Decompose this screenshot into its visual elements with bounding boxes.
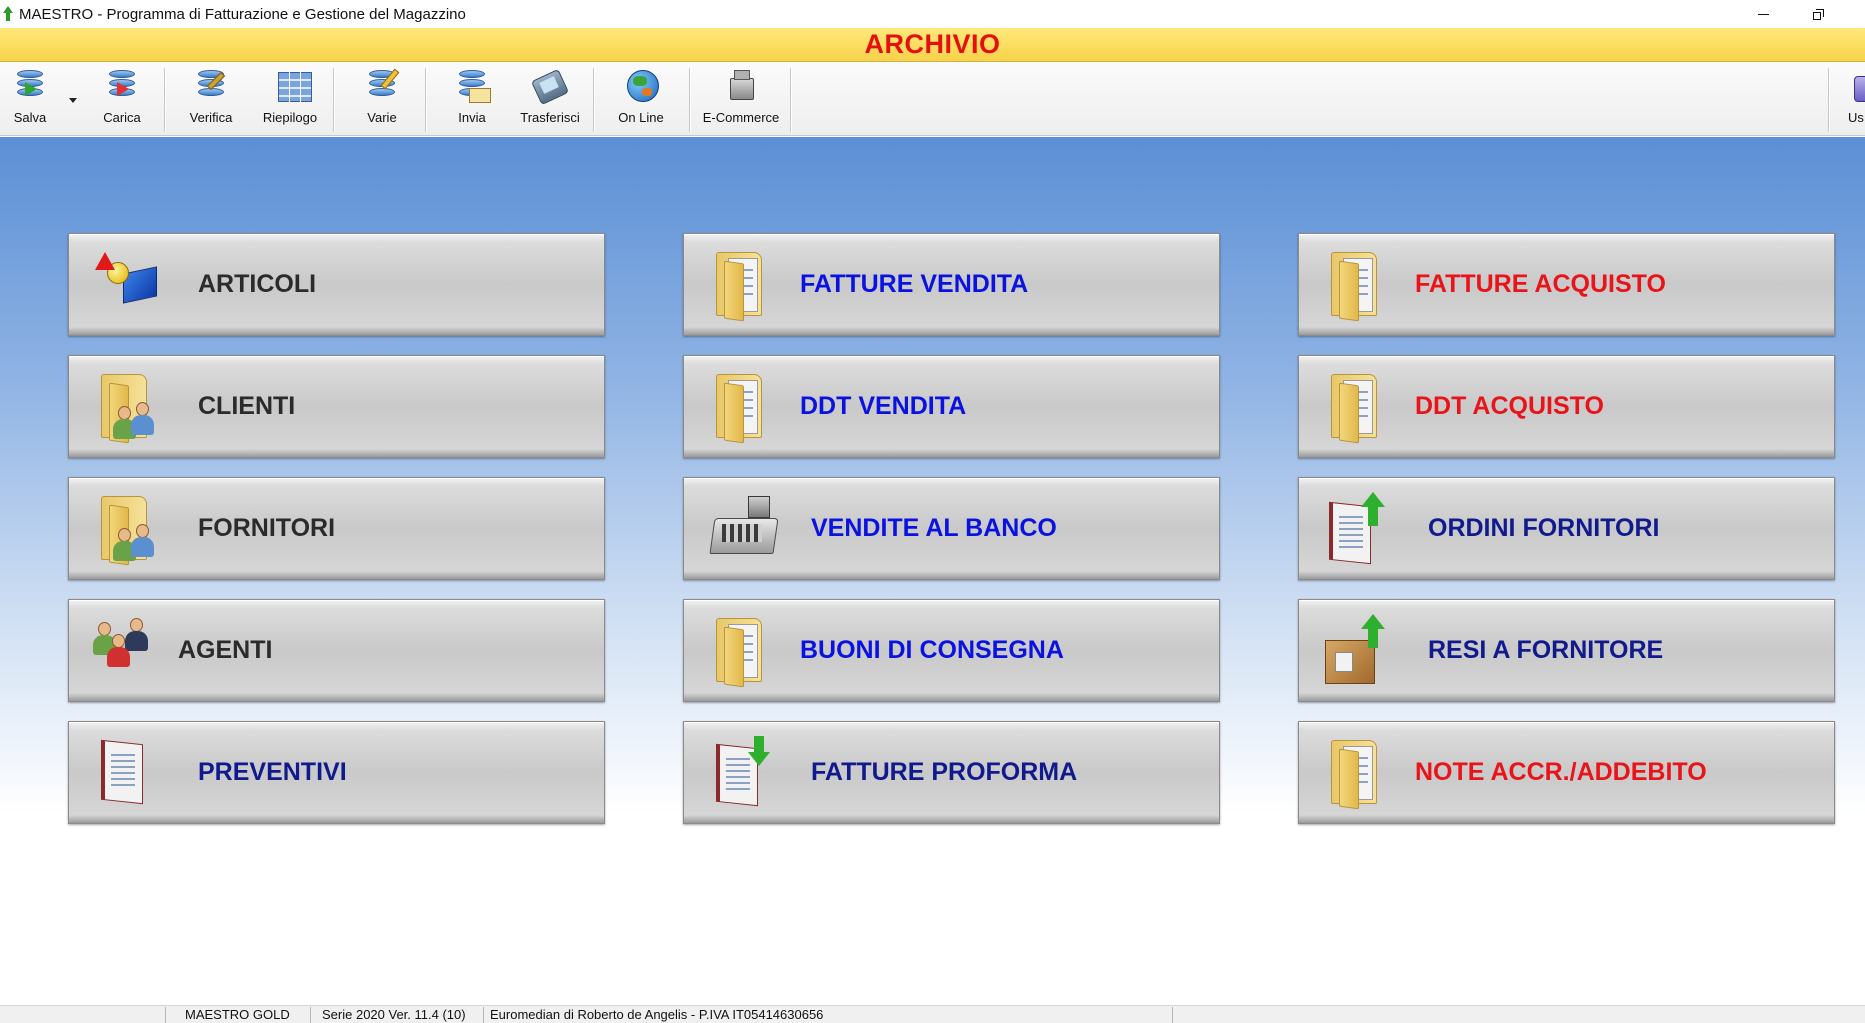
tile-label: DDT VENDITA: [800, 392, 967, 420]
toolbar-ecommerce-button[interactable]: E-Commerce: [701, 66, 781, 132]
window-title: MAESTRO - Programma di Fatturazione e Ge…: [19, 5, 466, 23]
tile-ddt-acquisto[interactable]: DDT ACQUISTO: [1298, 355, 1835, 458]
tile-resi-a-fornitore[interactable]: RESI A FORNITORE: [1298, 599, 1835, 702]
people-group-icon: [93, 614, 167, 688]
title-bar: MAESTRO - Programma di Fatturazione e Ge…: [0, 0, 1865, 28]
tile-vendite-al-banco[interactable]: VENDITE AL BANCO: [683, 477, 1220, 580]
folder-people-icon: [93, 492, 167, 566]
send-mail-icon: [453, 66, 491, 108]
document-binder-icon: [93, 736, 167, 810]
folder-document-icon: [708, 614, 782, 688]
section-title: ARCHIVIO: [864, 29, 1001, 59]
tile-fatture-proforma[interactable]: FATTURE PROFORMA: [683, 721, 1220, 824]
section-banner: ARCHIVIO: [0, 28, 1865, 62]
tile-label: ORDINI FORNITORI: [1428, 514, 1660, 542]
toolbar-separator: [790, 68, 791, 132]
toolbar-separator: [333, 68, 334, 132]
tile-fatture-acquisto[interactable]: FATTURE ACQUISTO: [1298, 233, 1835, 336]
tile-label: FATTURE ACQUISTO: [1415, 270, 1666, 298]
toolbar-load-button[interactable]: Carica: [100, 66, 144, 132]
binder-upload-icon: [1323, 492, 1397, 566]
tile-label: DDT ACQUISTO: [1415, 392, 1604, 420]
shapes-icon: [93, 248, 167, 322]
tile-preventivi[interactable]: PREVENTIVI: [68, 721, 605, 824]
toolbar-verify-button[interactable]: Verifica: [186, 66, 236, 132]
toolbar-online-button[interactable]: On Line: [616, 66, 666, 132]
toolbar-separator: [1828, 68, 1829, 132]
tile-ordini-fornitori[interactable]: ORDINI FORNITORI: [1298, 477, 1835, 580]
tile-articoli[interactable]: ARTICOLI: [68, 233, 605, 336]
tile-label: RESI A FORNITORE: [1428, 636, 1664, 664]
main-toolbar: Salva Carica Verifica Riepilogo Varie In…: [0, 62, 1865, 136]
restore-icon: [1812, 8, 1824, 20]
app-icon: [1, 5, 15, 23]
tile-label: NOTE ACCR./ADDEBITO: [1415, 758, 1707, 786]
tile-fornitori[interactable]: FORNITORI: [68, 477, 605, 580]
status-edition: MAESTRO GOLD: [185, 1007, 290, 1022]
status-company: Euromedian di Roberto de Angelis - P.IVA…: [490, 1007, 824, 1022]
folder-document-icon: [708, 370, 782, 444]
toolbar-misc-button[interactable]: Varie: [360, 66, 404, 132]
globe-icon: [622, 66, 660, 108]
minimize-button[interactable]: [1740, 0, 1786, 28]
folder-document-icon: [1323, 248, 1397, 322]
cash-register-icon: [708, 492, 782, 566]
load-database-icon: [103, 66, 141, 108]
toolbar-separator: [689, 68, 690, 132]
toolbar-separator: [425, 68, 426, 132]
toolbar-summary-button[interactable]: Riepilogo: [260, 66, 320, 132]
folder-people-icon: [93, 370, 167, 444]
folder-document-icon: [1323, 370, 1397, 444]
transfer-device-icon: [530, 66, 570, 108]
tile-agenti[interactable]: AGENTI: [68, 599, 605, 702]
tile-fatture-vendita[interactable]: FATTURE VENDITA: [683, 233, 1220, 336]
toolbar-separator: [593, 68, 594, 132]
verify-tools-icon: [192, 66, 230, 108]
summary-table-icon: [276, 66, 314, 108]
toolbar-separator: [164, 68, 165, 132]
toolbar-save-button[interactable]: Salva: [8, 66, 52, 132]
tile-label: VENDITE AL BANCO: [811, 514, 1057, 542]
toolbar-send-button[interactable]: Invia: [450, 66, 494, 132]
folder-document-icon: [1323, 736, 1397, 810]
tile-note-accredito-addebito[interactable]: NOTE ACCR./ADDEBITO: [1298, 721, 1835, 824]
save-database-icon: [11, 66, 49, 108]
binder-download-icon: [708, 736, 782, 810]
tile-label: CLIENTI: [198, 392, 296, 420]
tile-label: BUONI DI CONSEGNA: [800, 636, 1064, 664]
box-upload-icon: [1323, 614, 1397, 688]
tile-label: FATTURE PROFORMA: [811, 758, 1078, 786]
archive-panel: ARTICOLI CLIENTI FORNITORI AGENTI PREVEN…: [0, 137, 1865, 1005]
status-bar: MAESTRO GOLD Serie 2020 Ver. 11.4 (10) E…: [0, 1005, 1865, 1023]
folder-document-icon: [708, 248, 782, 322]
misc-pencil-icon: [363, 66, 401, 108]
tile-label: FORNITORI: [198, 514, 336, 542]
tile-label: FATTURE VENDITA: [800, 270, 1029, 298]
toolbar-user-button[interactable]: Us: [1844, 66, 1865, 132]
user-icon: [1844, 66, 1865, 108]
tile-buoni-di-consegna[interactable]: BUONI DI CONSEGNA: [683, 599, 1220, 702]
tile-label: PREVENTIVI: [198, 758, 347, 786]
save-dropdown-icon[interactable]: [69, 98, 77, 103]
restore-button[interactable]: [1795, 0, 1841, 28]
tile-ddt-vendita[interactable]: DDT VENDITA: [683, 355, 1220, 458]
minimize-icon: [1757, 13, 1769, 15]
tile-label: ARTICOLI: [198, 270, 317, 298]
tile-label: AGENTI: [178, 636, 273, 664]
tile-clienti[interactable]: CLIENTI: [68, 355, 605, 458]
e-commerce-icon: [722, 66, 760, 108]
toolbar-transfer-button[interactable]: Trasferisci: [517, 66, 583, 132]
status-version: Serie 2020 Ver. 11.4 (10): [322, 1007, 466, 1022]
